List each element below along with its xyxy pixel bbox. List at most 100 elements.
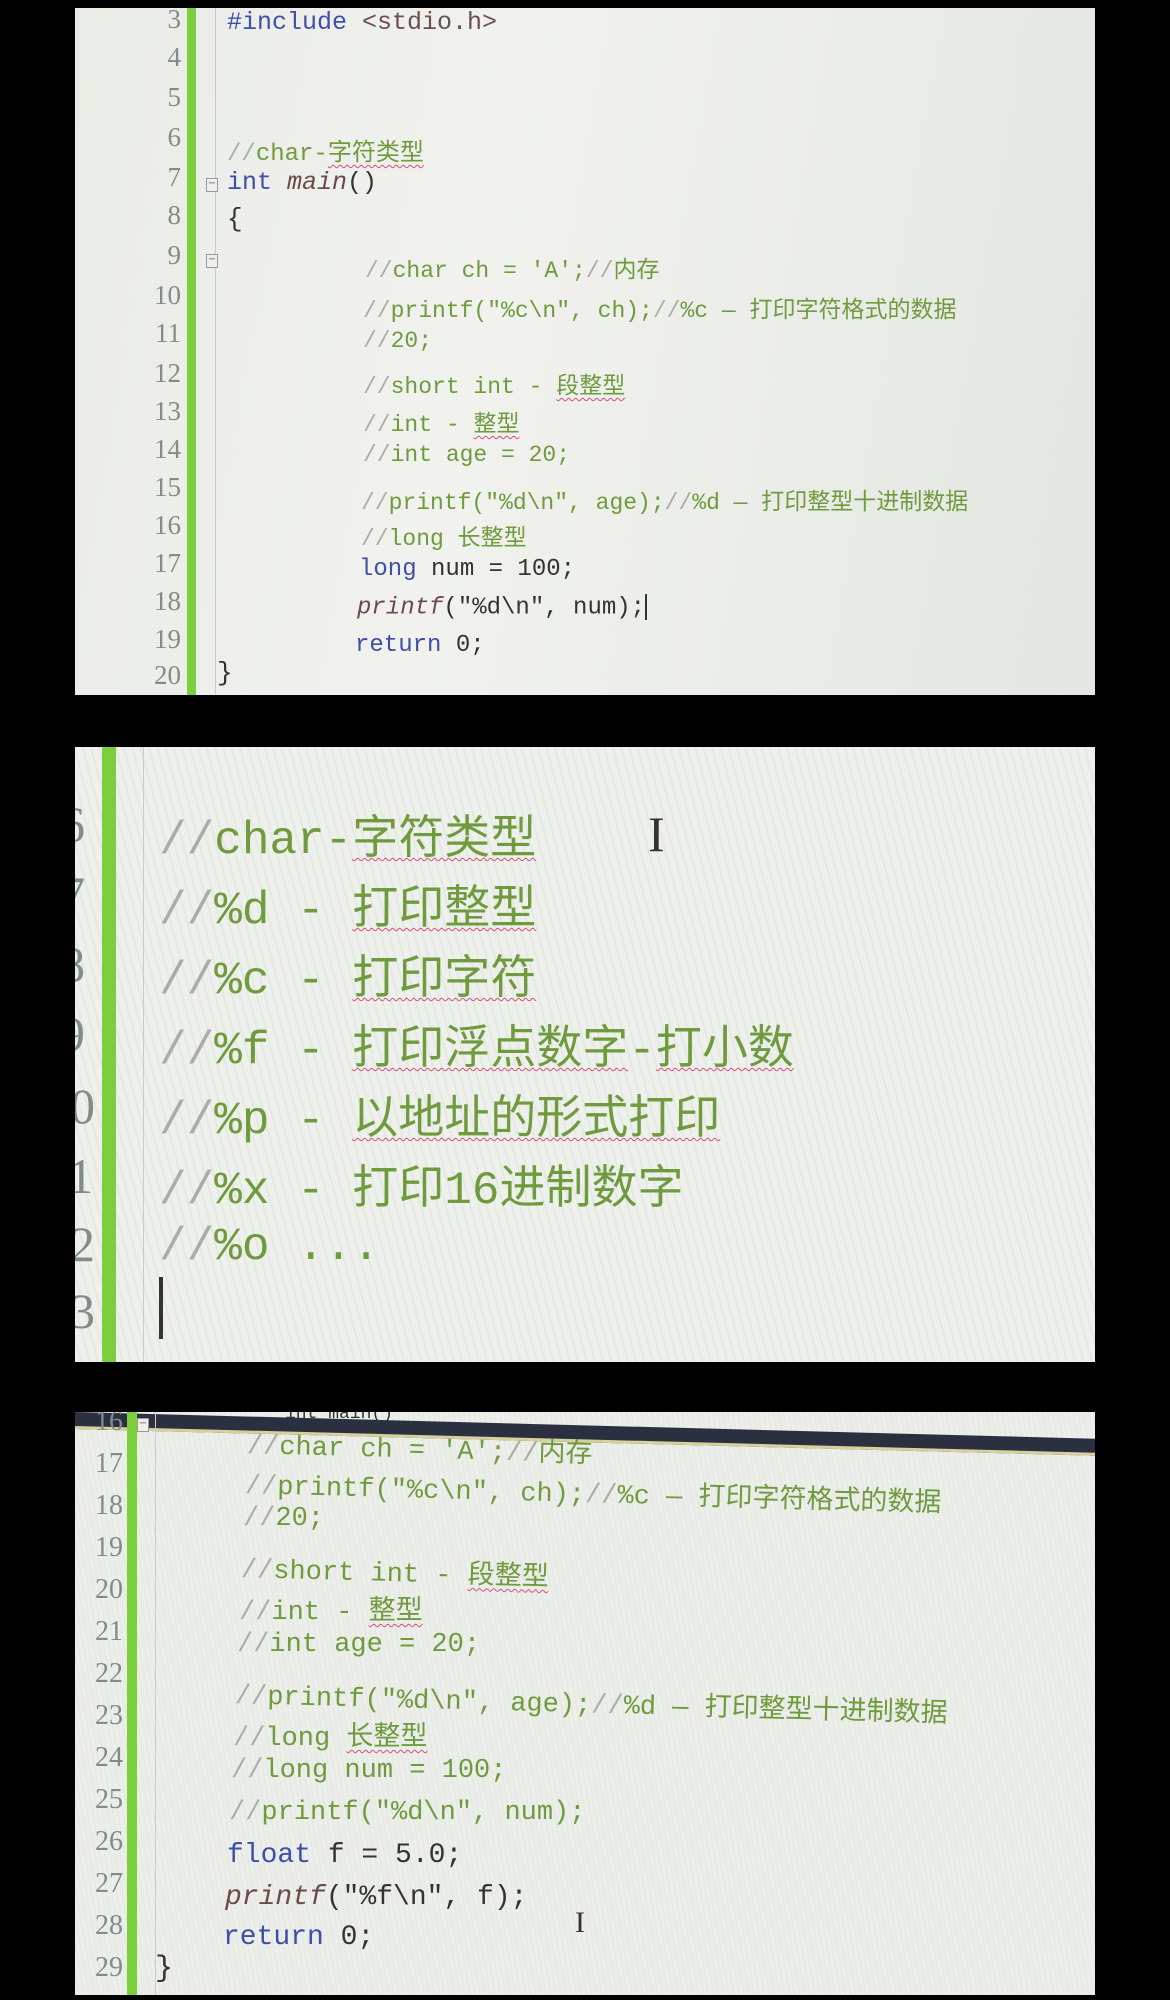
code-line[interactable]: //char ch = 'A';//内存 — [365, 250, 659, 284]
comment-text: %p - — [214, 1095, 353, 1147]
comment-slashes: // — [159, 1221, 215, 1273]
line-number: 21 — [95, 1616, 123, 1647]
comment-text: %c — 打印字符格式的数据 — [617, 1481, 942, 1521]
comment-text: char- — [214, 815, 353, 867]
code-line[interactable]: //%f - 打印浮点数字-打小数 — [159, 1011, 794, 1077]
comment-text: long — [265, 1724, 347, 1754]
line-number: 7 — [75, 865, 85, 923]
line-number: 7 — [167, 162, 182, 192]
comment-text-misspelled: 打小数 — [655, 1025, 794, 1077]
comment-slashes: // — [159, 885, 215, 937]
line-number: 28 — [95, 1910, 123, 1941]
code-line[interactable]: //int age = 20; — [363, 442, 570, 468]
code-line[interactable]: printf("%f\n", f); — [225, 1882, 527, 1913]
comment-text: char- — [255, 141, 328, 168]
comment-slashes: // — [159, 1025, 215, 1077]
fold-toggle-icon[interactable]: − — [206, 254, 218, 268]
code-line[interactable]: //int - 整型 — [363, 404, 519, 438]
line-number: 6 — [75, 795, 85, 853]
code-line[interactable]: float f = 5.0; — [227, 1840, 462, 1871]
code-text: 0; — [441, 632, 485, 659]
code-text: ("%d\n", num); — [443, 594, 646, 622]
comment-text-misspelled: 段整型 — [556, 374, 626, 400]
code-line[interactable]: //char-字符类型 — [159, 801, 536, 867]
fold-toggle-icon[interactable]: − — [137, 1418, 149, 1432]
comment-text-misspelled: 段整型 — [467, 1561, 549, 1595]
comment-text: %c — 打印字符格式的数据 — [680, 298, 957, 324]
code-line[interactable]: //%x - 打印16进制数字 — [159, 1151, 683, 1217]
code-text: f = 5.0; — [311, 1840, 463, 1871]
comment-slashes: // — [363, 412, 391, 438]
comment-slashes: // — [246, 1432, 280, 1463]
comment-slashes: // — [159, 955, 215, 1007]
line-number: 12 — [75, 1216, 95, 1272]
comment-slashes: // — [159, 1095, 215, 1147]
comment-text: %o ... — [214, 1221, 380, 1273]
comment-text: int - — [271, 1598, 369, 1628]
header-name: <stdio.h> — [347, 8, 498, 37]
code-line[interactable]: //%p - 以地址的形式打印 — [159, 1081, 720, 1147]
code-line[interactable]: //%c - 打印字符 — [159, 941, 536, 1007]
code-line[interactable]: //printf("%c\n", ch);//%c — 打印字符格式的数据 — [244, 1462, 941, 1520]
line-number: 16 — [154, 510, 181, 540]
code-line[interactable]: //char-字符类型 — [227, 132, 424, 168]
comment-text: printf("%d\n", age); — [388, 490, 665, 516]
code-line[interactable]: //long 长整型 — [233, 1714, 427, 1754]
code-line[interactable]: long num = 100; — [359, 556, 575, 583]
line-number: 17 — [154, 548, 181, 578]
code-line[interactable]: { — [227, 204, 243, 234]
code-line[interactable]: //int - 整型 — [239, 1588, 423, 1628]
function-name: main — [287, 168, 348, 197]
line-number: 20 — [95, 1574, 123, 1605]
code-line[interactable]: } — [217, 658, 233, 688]
keyword: return — [355, 632, 442, 659]
code-line[interactable]: //long 长整型 — [361, 518, 527, 552]
code-line[interactable]: return 0; — [355, 632, 485, 659]
code-line[interactable]: //%d - 打印整型 — [159, 871, 536, 937]
comment-text-misspelled: 打印整型 — [352, 885, 537, 937]
line-number: 18 — [154, 586, 181, 616]
mouse-ibeam-cursor-icon: I — [648, 806, 665, 862]
fold-guide — [215, 8, 216, 695]
line-number: 9 — [167, 240, 182, 270]
code-line[interactable]: return 0; — [223, 1922, 374, 1953]
code-line[interactable]: #include <stdio.h> — [227, 8, 497, 37]
code-line[interactable]: //20; — [363, 328, 432, 354]
code-line[interactable]: printf("%d\n", num); — [357, 594, 648, 622]
line-number: 24 — [95, 1742, 123, 1773]
code-line[interactable]: //printf("%c\n", ch);//%c — 打印字符格式的数据 — [363, 290, 956, 324]
comment-text: %d - — [214, 885, 353, 937]
comment-text: %d — 打印整型十进制数据 — [692, 490, 969, 516]
code-line[interactable]: //short int - 段整型 — [363, 366, 625, 400]
line-number: 3 — [167, 8, 182, 34]
code-line[interactable]: //%o ... — [159, 1221, 380, 1273]
comment-slashes: // — [584, 1480, 618, 1512]
comment-text: char ch = 'A'; — [392, 258, 586, 284]
comment-text-misspelled: 打印浮点数字 — [352, 1025, 629, 1077]
comment-slashes: // — [159, 1165, 215, 1217]
line-number: 10 — [75, 1078, 95, 1134]
code-line[interactable]: } — [155, 1952, 173, 1986]
line-number: 5 — [167, 82, 182, 112]
code-line[interactable]: //short int - 段整型 — [240, 1546, 549, 1594]
gutter-change-bar — [102, 747, 116, 1362]
code-line[interactable]: int main() — [227, 168, 377, 197]
code-line[interactable]: //20; — [243, 1504, 324, 1534]
fold-toggle-icon[interactable]: − — [206, 178, 218, 192]
code-line[interactable]: //long num = 100; — [231, 1756, 506, 1786]
editor-panel-3: int main() − 16 17 18 19 20 21 22 23 24 … — [75, 1412, 1095, 1995]
comment-text: - — [628, 1025, 656, 1077]
code-line[interactable]: //int age = 20; — [237, 1630, 480, 1660]
keyword: return — [223, 1922, 324, 1953]
comment-slashes: // — [361, 526, 389, 552]
code-text: ("%f\n", f); — [325, 1882, 528, 1913]
line-number: 16 — [95, 1412, 123, 1437]
code-line[interactable]: //printf("%d\n", num); — [229, 1798, 585, 1828]
code-text: num = 100; — [416, 556, 576, 583]
function-name: printf — [357, 594, 444, 622]
line-number: 11 — [75, 1148, 94, 1204]
line-number: 22 — [95, 1658, 123, 1689]
code-line[interactable]: //printf("%d\n", age);//%d — 打印整型十进制数据 — [361, 482, 968, 516]
code-text: () — [347, 168, 378, 197]
comment-text-misspelled: 以地址的形式打印 — [352, 1095, 721, 1147]
